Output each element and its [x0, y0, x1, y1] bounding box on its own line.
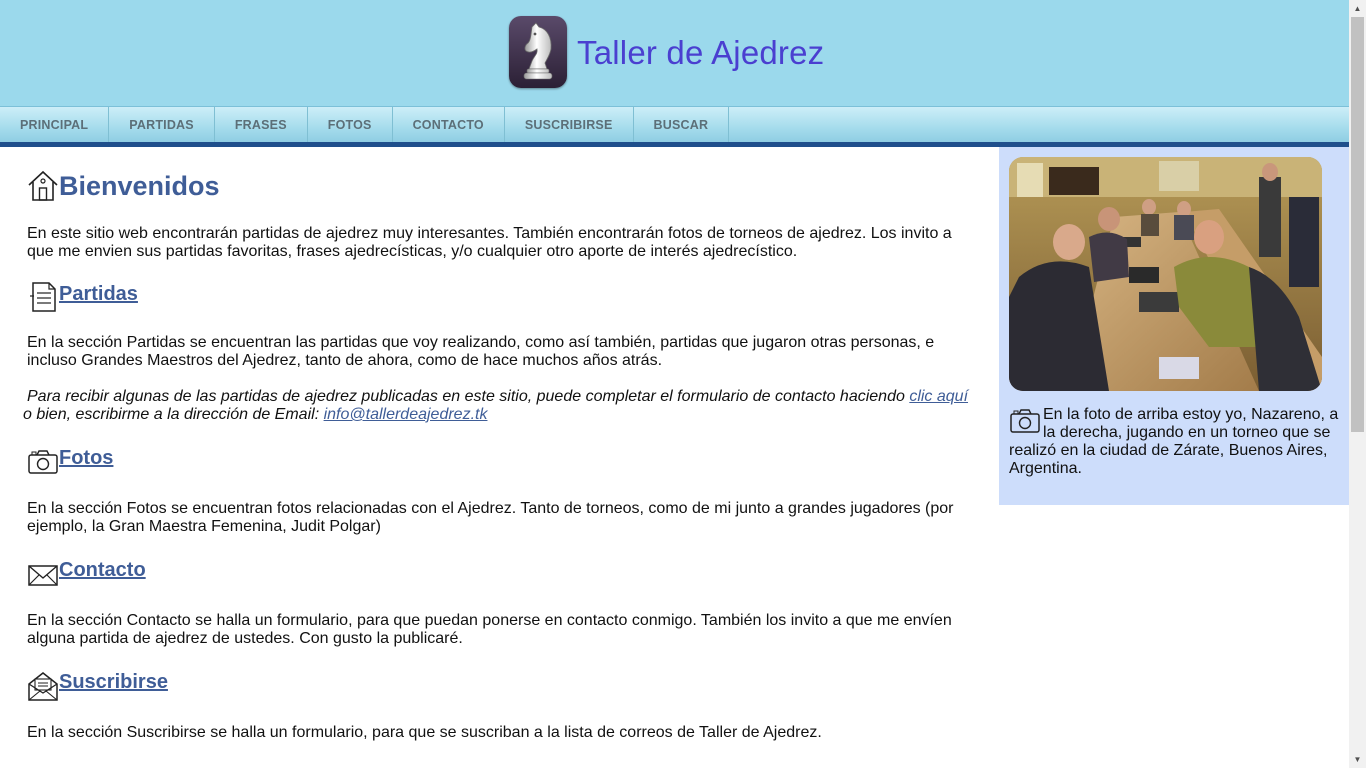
site-logo[interactable]: Taller de Ajedrez: [509, 16, 824, 88]
partidas-note-middle: o bien, escribirme a la dirección de Ema…: [23, 406, 324, 423]
main-nav: PRINCIPAL PARTIDAS FRASES FOTOS CONTACTO…: [0, 106, 1349, 142]
envelope-icon: [28, 565, 58, 586]
contact-click-here-link[interactable]: clic aquí: [909, 388, 968, 405]
nav-item-fotos[interactable]: FOTOS: [308, 107, 393, 142]
partidas-note: Para recibir algunas de las partidas de …: [23, 388, 977, 424]
email-link[interactable]: info@tallerdeajedrez.tk: [324, 406, 488, 423]
vertical-scrollbar[interactable]: ▲ ▼: [1349, 0, 1366, 768]
page-title: Bienvenidos: [59, 171, 220, 201]
house-icon: [28, 170, 58, 201]
page: Taller de Ajedrez PRINCIPAL PARTIDAS FRA…: [0, 0, 1366, 768]
fotos-link[interactable]: Fotos: [59, 448, 113, 468]
site-title: Taller de Ajedrez: [577, 33, 825, 71]
scroll-up-arrow-icon[interactable]: ▲: [1349, 0, 1366, 17]
partidas-note-prefix: Para recibir algunas de las partidas de …: [27, 388, 910, 405]
scroll-down-arrow-icon[interactable]: ▼: [1349, 751, 1366, 768]
document-icon: [30, 282, 56, 312]
welcome-heading: Bienvenidos: [27, 169, 977, 203]
nav-item-suscribirse[interactable]: SUSCRIBIRSE: [505, 107, 634, 142]
nav-item-principal[interactable]: PRINCIPAL: [0, 107, 110, 142]
nav-item-buscar[interactable]: BUSCAR: [634, 107, 730, 142]
camera-icon: [28, 450, 58, 474]
fotos-text: En la sección Fotos se encuentran fotos …: [27, 500, 954, 535]
suscribirse-text: En la sección Suscribirse se halla un fo…: [27, 724, 822, 741]
fotos-heading: Fotos: [27, 444, 977, 478]
site-header: Taller de Ajedrez: [0, 0, 1349, 106]
envelope-open-icon: [28, 672, 58, 701]
camera-icon: [1010, 409, 1040, 433]
chess-knight-icon: [509, 16, 567, 88]
partidas-link[interactable]: Partidas: [59, 284, 138, 304]
suscribirse-heading: Suscribirse: [27, 669, 977, 703]
nav-item-frases[interactable]: FRASES: [215, 107, 308, 142]
tournament-photo[interactable]: [1009, 157, 1322, 391]
partidas-heading: Partidas: [27, 280, 977, 314]
suscribirse-link[interactable]: Suscribirse: [59, 672, 168, 692]
scrollbar-thumb[interactable]: [1351, 17, 1364, 432]
photo-caption: En la foto de arriba estoy yo, Nazareno,…: [1009, 406, 1341, 478]
main-content: Bienvenidos En este sitio web encontrará…: [23, 147, 977, 742]
contacto-heading: Contacto: [27, 556, 977, 590]
sidebar: En la foto de arriba estoy yo, Nazareno,…: [999, 147, 1349, 505]
contacto-text: En la sección Contacto se halla un formu…: [27, 612, 952, 647]
nav-item-contacto[interactable]: CONTACTO: [393, 107, 505, 142]
photo-caption-text: En la foto de arriba estoy yo, Nazareno,…: [1009, 406, 1339, 477]
contacto-link[interactable]: Contacto: [59, 560, 146, 580]
partidas-text: En la sección Partidas se encuentran las…: [27, 334, 935, 369]
nav-item-partidas[interactable]: PARTIDAS: [109, 107, 215, 142]
welcome-text: En este sitio web encontrarán partidas d…: [27, 225, 952, 260]
